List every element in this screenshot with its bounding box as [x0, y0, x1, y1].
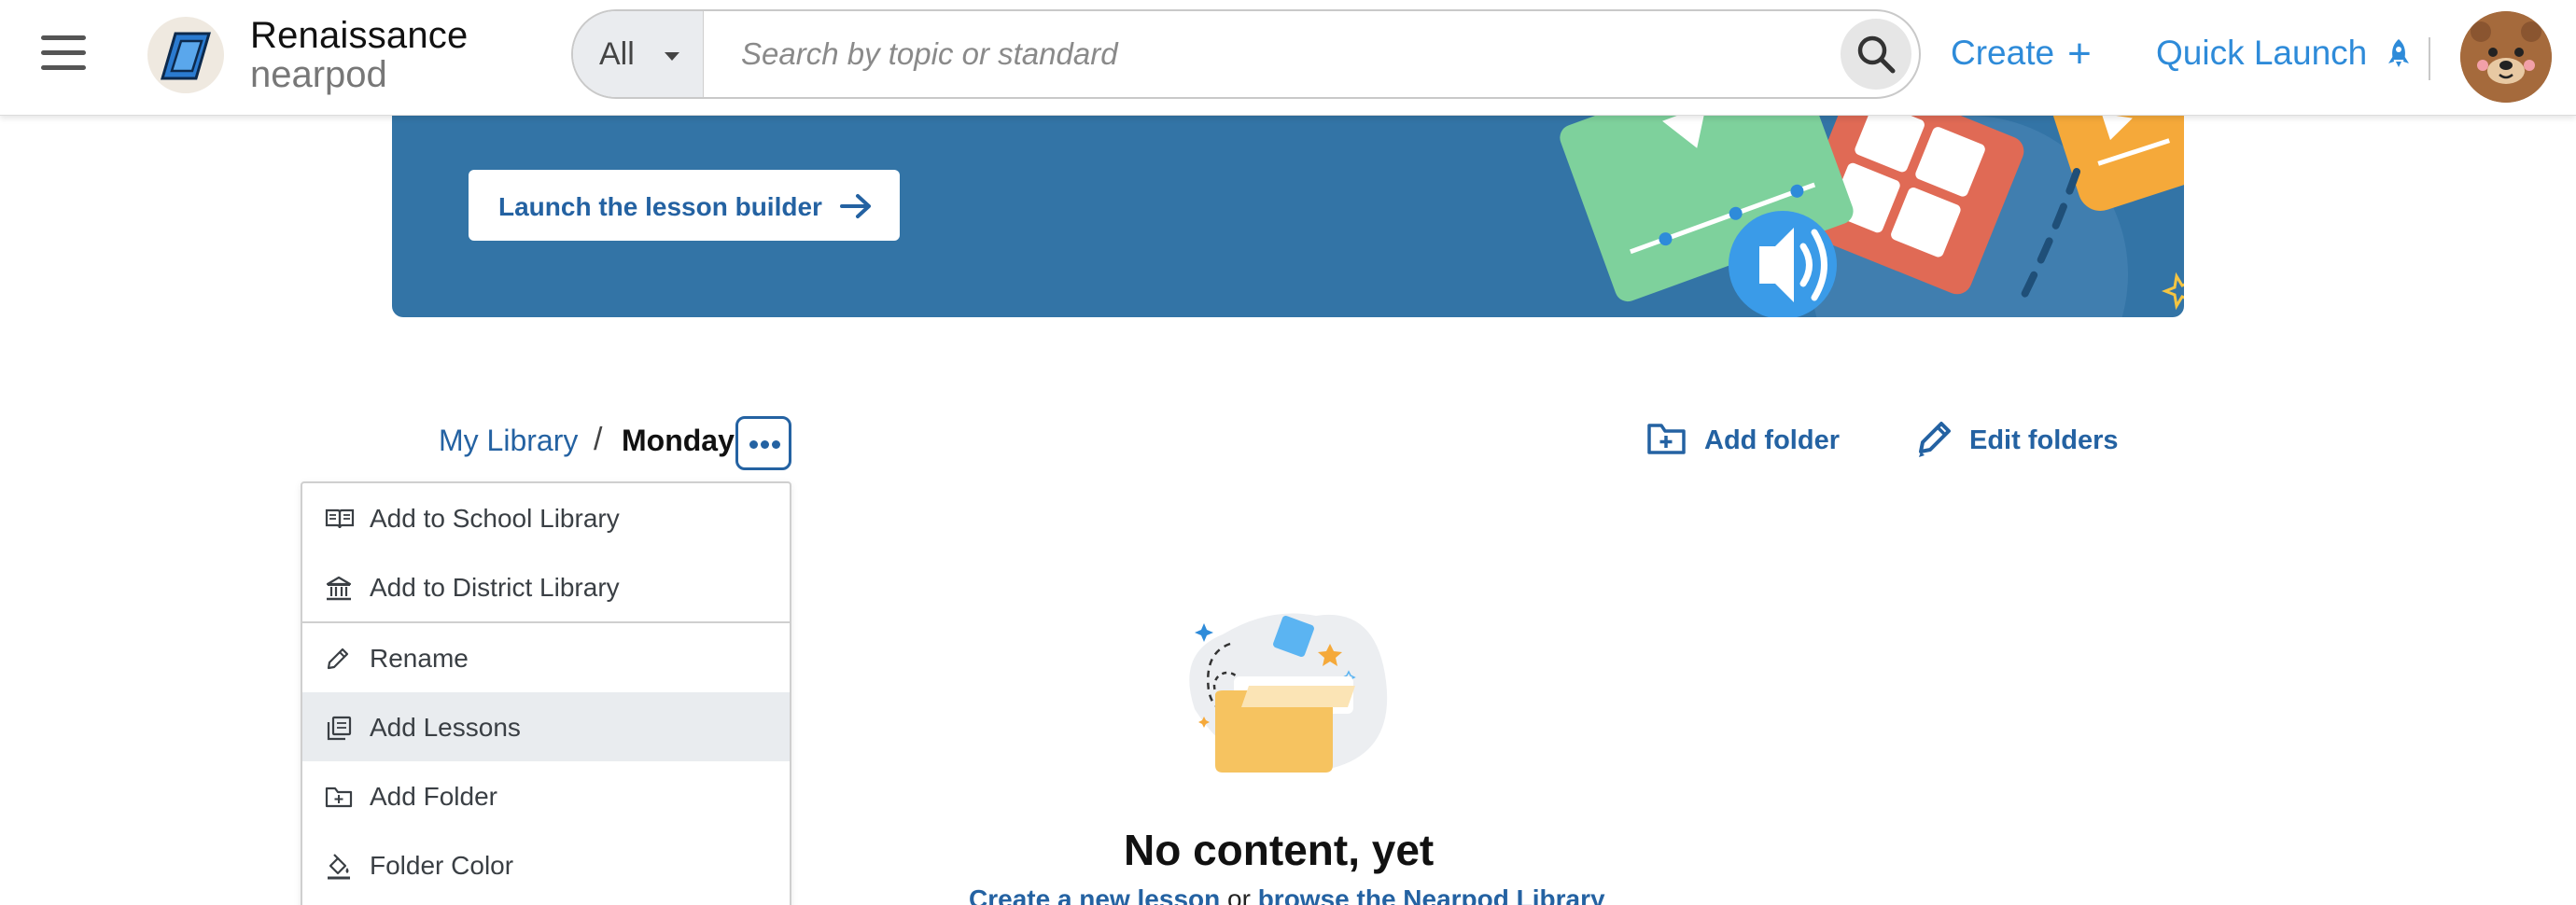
folder-options-button[interactable] [735, 416, 791, 470]
building-icon [326, 576, 352, 601]
menu-item-label: Rename [370, 644, 469, 673]
empty-state-title: No content, yet [1124, 826, 1435, 874]
create-new-lesson-link[interactable]: Create a new lesson [969, 884, 1220, 905]
breadcrumb-my-library[interactable]: My Library [439, 424, 578, 458]
search-filter-value: All [599, 36, 635, 72]
launch-lesson-builder-button[interactable]: Launch the lesson builder [469, 170, 900, 241]
search-filter-select[interactable]: All [573, 11, 704, 97]
browse-nearpod-library-link[interactable]: browse the Nearpod Library [1258, 884, 1605, 905]
paint-bucket-icon [328, 854, 350, 880]
breadcrumb-separator: / [594, 422, 603, 457]
banner-illustration [1560, 116, 2184, 317]
top-header: Renaissance nearpod All Create + Quick La… [0, 0, 2576, 116]
folder-plus-icon [325, 787, 353, 808]
book-icon [325, 508, 355, 529]
hamburger-menu-icon[interactable] [41, 35, 86, 75]
menu-item-label: Folder Color [370, 851, 514, 880]
search-icon [1857, 35, 1896, 74]
search-bar: All [571, 9, 1921, 99]
rocket-icon [2387, 39, 2409, 67]
menu-item-add-folder[interactable]: Add Folder [302, 761, 790, 830]
menu-item-label: Add to District Library [370, 573, 620, 602]
empty-folder-illustration [1189, 613, 1388, 773]
copy-icon [327, 716, 352, 741]
create-label: Create [1951, 34, 2055, 72]
empty-state-message: Create a new lesson or browse the Nearpo… [969, 884, 1605, 905]
brand-name: Renaissance [250, 15, 469, 56]
search-button[interactable] [1841, 19, 1911, 90]
nearpod-logo-icon[interactable] [147, 17, 224, 93]
menu-item-add-to-district-library[interactable]: Add to District Library [302, 552, 790, 621]
breadcrumb-current-folder: Monday [622, 424, 735, 457]
folder-options-menu: Add to School Library Add to District Li… [301, 481, 791, 905]
bear-avatar-icon [2460, 11, 2552, 103]
arrow-right-icon [840, 194, 871, 218]
search-input[interactable] [706, 11, 1816, 97]
menu-item-add-to-school-library[interactable]: Add to School Library [302, 483, 790, 552]
quick-launch-button[interactable]: Quick Launch [2156, 34, 2411, 73]
more-dot [772, 440, 780, 449]
empty-state-or: or [1220, 884, 1258, 905]
brand-product: nearpod [250, 54, 387, 95]
menu-item-folder-color[interactable]: Folder Color [302, 830, 790, 899]
user-avatar[interactable] [2460, 11, 2552, 103]
lesson-builder-banner: Launch the lesson builder [392, 116, 2184, 317]
folder-plus-icon [1647, 424, 1686, 454]
menu-item-label: Add Lessons [370, 713, 521, 742]
add-folder-label: Add folder [1704, 425, 1840, 455]
header-divider [2429, 37, 2430, 80]
menu-item-label: Add Folder [370, 782, 497, 811]
more-dot [749, 440, 758, 449]
pencil-icon [327, 647, 349, 670]
launch-lesson-builder-label: Launch the lesson builder [498, 192, 822, 221]
quick-launch-label: Quick Launch [2156, 34, 2368, 72]
menu-item-label: Add to School Library [370, 504, 620, 533]
create-button[interactable]: Create + [1951, 31, 2092, 77]
edit-folders-label: Edit folders [1969, 425, 2119, 455]
menu-item-rename[interactable]: Rename [302, 623, 790, 692]
plus-icon: + [2067, 31, 2092, 77]
menu-item-add-lessons[interactable]: Add Lessons [302, 692, 790, 761]
pencil-icon [1919, 422, 1951, 457]
more-dot [761, 440, 769, 449]
chevron-down-icon [665, 52, 679, 61]
